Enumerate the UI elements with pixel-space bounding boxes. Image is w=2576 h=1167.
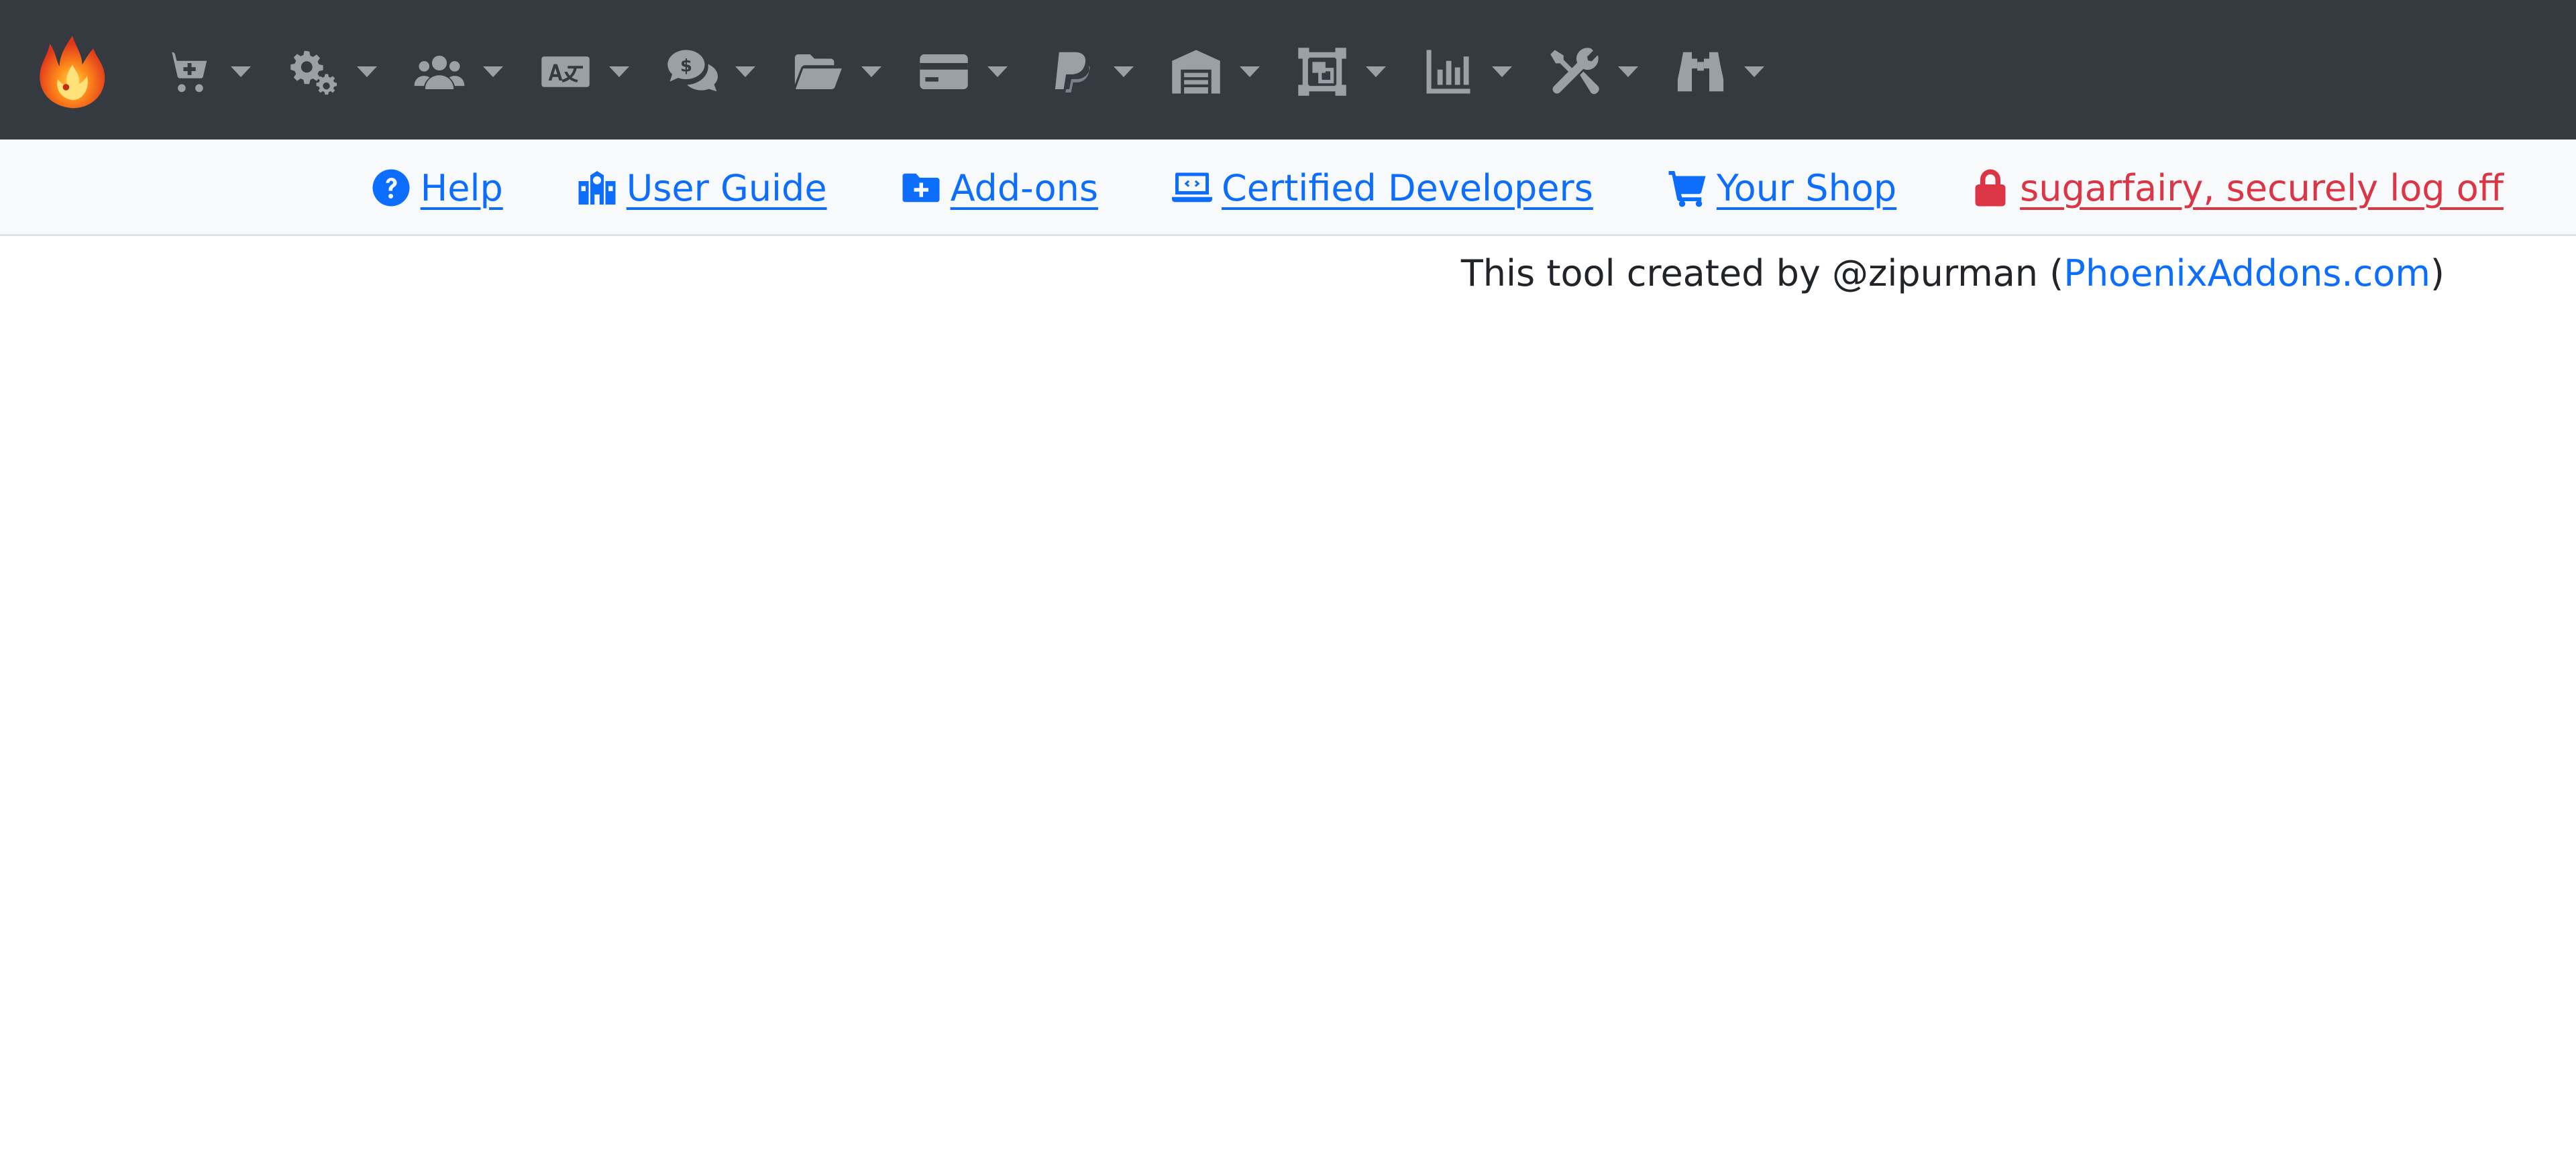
chevron-down-icon (1366, 66, 1386, 77)
shopping-cart-icon (1668, 171, 1706, 207)
phoenix-addons-link[interactable]: PhoenixAddons.com (2063, 252, 2430, 294)
credit-card-icon (920, 54, 968, 89)
chevron-down-icon (1618, 66, 1638, 77)
menu-localization[interactable] (539, 35, 665, 109)
menu-layout[interactable] (1296, 35, 1422, 109)
svg-text:$: $ (680, 56, 692, 76)
certified-developers-link[interactable]: Certified Developers (1172, 167, 1593, 209)
chart-bar-icon (1426, 50, 1470, 94)
menu-catalog[interactable] (161, 35, 287, 109)
phoenix-logo[interactable] (32, 31, 113, 111)
cart-plus-icon (165, 52, 207, 93)
object-group-icon (1298, 48, 1346, 96)
chevron-down-icon (231, 66, 251, 77)
chevron-down-icon (357, 66, 377, 77)
chevron-down-icon (1240, 66, 1260, 77)
menu-payments[interactable] (918, 35, 1044, 109)
chevron-down-icon (1744, 66, 1764, 77)
help-link-label: Help (420, 166, 503, 209)
menu-marketing[interactable]: $ (665, 35, 792, 109)
menu-search[interactable] (1674, 35, 1801, 109)
menu-tools[interactable] (1548, 35, 1674, 109)
user-guide-link-label: User Guide (626, 166, 827, 209)
tools-icon (1550, 48, 1599, 95)
folder-plus-icon (902, 173, 940, 203)
menu-paypal[interactable] (1044, 35, 1170, 109)
menu-reports[interactable] (1422, 35, 1548, 109)
credit-suffix: ) (2430, 252, 2445, 294)
addons-link-label: Add-ons (950, 166, 1098, 209)
binoculars-icon (1677, 52, 1724, 92)
header-links: Help User Guide Add-ons Certified Develo… (297, 140, 2504, 236)
laptop-code-icon (1172, 172, 1212, 203)
warehouse-icon (1172, 50, 1220, 94)
addons-link[interactable]: Add-ons (901, 167, 1098, 209)
chevron-down-icon (609, 66, 629, 77)
menu-customers[interactable] (413, 35, 539, 109)
credit-prefix: This tool created by @zipurman ( (1460, 252, 2064, 294)
chevron-down-icon (861, 66, 881, 77)
top-navbar: $ (0, 0, 2576, 140)
menu-inventory[interactable] (1170, 35, 1296, 109)
school-icon (578, 171, 616, 205)
chevron-down-icon (735, 66, 755, 77)
language-icon (541, 56, 590, 87)
chevron-down-icon (1492, 66, 1512, 77)
comments-dollar-icon: $ (667, 50, 718, 92)
lock-icon (1975, 169, 2006, 207)
logoff-link-label: sugarfairy, securely log off (2020, 166, 2504, 209)
menu-modules[interactable] (792, 35, 918, 109)
chevron-down-icon (987, 66, 1008, 77)
question-circle-icon (372, 169, 410, 207)
users-icon (414, 55, 465, 89)
gears-icon (290, 50, 337, 95)
user-guide-link[interactable]: User Guide (577, 167, 827, 209)
tool-credit: This tool created by @zipurman (PhoenixA… (1461, 252, 2445, 294)
chevron-down-icon (483, 66, 503, 77)
help-link[interactable]: Help (371, 167, 503, 209)
paypal-icon (1055, 52, 1090, 93)
your-shop-link[interactable]: Your Shop (1667, 167, 1896, 209)
secondary-navbar: Help User Guide Add-ons Certified Develo… (0, 140, 2576, 236)
folder-open-icon (794, 54, 842, 89)
your-shop-link-label: Your Shop (1716, 166, 1897, 209)
menu-configuration[interactable] (287, 35, 413, 109)
admin-menu: $ (161, 35, 1801, 109)
logoff-link[interactable]: sugarfairy, securely log off (1970, 167, 2504, 209)
chevron-down-icon (1114, 66, 1134, 77)
certified-developers-link-label: Certified Developers (1222, 166, 1593, 209)
